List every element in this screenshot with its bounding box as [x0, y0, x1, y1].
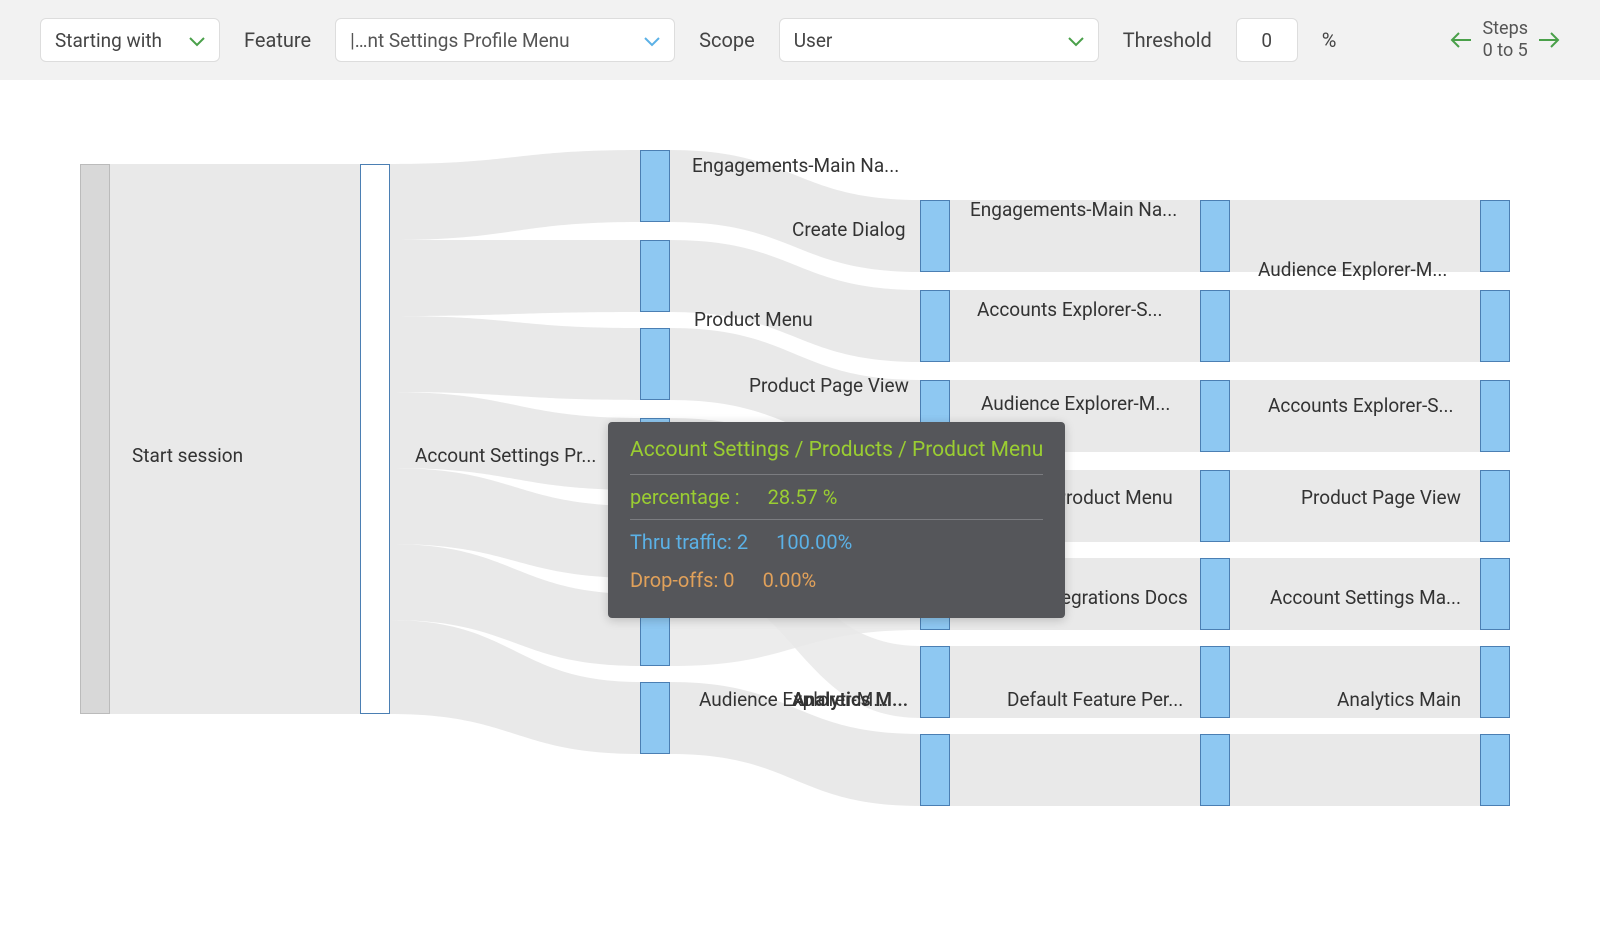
sankey-node[interactable]: [920, 290, 950, 362]
tooltip-percentage-label: percentage :: [630, 485, 740, 509]
feature-value: |…nt Settings Profile Menu: [350, 29, 636, 52]
sankey-node-label: Analytics M...: [792, 688, 908, 711]
chevron-down-icon: [1068, 29, 1084, 52]
threshold-value: 0: [1261, 29, 1272, 52]
chevron-down-icon: [189, 29, 205, 52]
sankey-canvas: Start session Account Settings Pr... Engag…: [0, 80, 1600, 927]
steps-control: Steps 0 to 5: [1450, 18, 1560, 61]
sankey-node[interactable]: [1200, 200, 1230, 272]
feature-label: Feature: [244, 28, 311, 52]
threshold-label: Threshold: [1123, 28, 1212, 52]
feature-dropdown[interactable]: |…nt Settings Profile Menu: [335, 18, 675, 62]
sankey-node[interactable]: [1200, 290, 1230, 362]
sankey-node[interactable]: [1200, 734, 1230, 806]
sankey-node[interactable]: [1200, 470, 1230, 542]
tooltip-thru-label: Thru traffic: 2: [630, 530, 748, 554]
sankey-node[interactable]: [1480, 200, 1510, 272]
steps-label: Steps: [1482, 18, 1528, 40]
sankey-node[interactable]: [80, 164, 110, 714]
tooltip-drop-pct: 0.00%: [763, 568, 817, 592]
toolbar: Starting with Feature |…nt Settings Prof…: [0, 0, 1600, 80]
sankey-node[interactable]: [640, 240, 670, 312]
steps-next-arrow[interactable]: [1538, 29, 1560, 51]
starting-dropdown[interactable]: Starting with: [40, 18, 220, 62]
sankey-node[interactable]: [1480, 646, 1510, 718]
sankey-node-label: Engagements-Main Na...: [970, 198, 1177, 221]
sankey-node[interactable]: [640, 328, 670, 400]
sankey-node-label: Audience Explorer-M...: [981, 392, 1170, 415]
sankey-node-label: Product Page View: [1301, 486, 1461, 509]
scope-dropdown[interactable]: User: [779, 18, 1099, 62]
sankey-node[interactable]: [1200, 558, 1230, 630]
tooltip-title: Account Settings / Products / Product Me…: [630, 438, 1043, 462]
sankey-node[interactable]: [920, 646, 950, 718]
sankey-node-label: Start session: [132, 444, 243, 467]
steps-range: 0 to 5: [1482, 40, 1528, 62]
sankey-node-label: Account Settings Pr...: [415, 444, 596, 467]
sankey-node-label: Product Page View: [749, 374, 909, 397]
tooltip-thru-pct: 100.00%: [776, 530, 852, 554]
sankey-node-label: Audience Explorer-M...: [1258, 258, 1447, 281]
sankey-node-label: Account Settings Ma...: [1270, 586, 1461, 609]
sankey-node-label: Accounts Explorer-S...: [977, 298, 1163, 321]
sankey-node[interactable]: [920, 200, 950, 272]
threshold-input[interactable]: 0: [1236, 18, 1298, 62]
sankey-node-label: Accounts Explorer-S...: [1268, 394, 1454, 417]
sankey-node[interactable]: [1480, 290, 1510, 362]
scope-label: Scope: [699, 28, 755, 52]
sankey-node[interactable]: [1480, 380, 1510, 452]
scope-value: User: [794, 29, 833, 52]
sankey-node[interactable]: [360, 164, 390, 714]
tooltip-percentage-value: 28.57 %: [768, 485, 838, 509]
node-tooltip: Account Settings / Products / Product Me…: [608, 422, 1065, 618]
sankey-node-label: Create Dialog: [792, 218, 906, 241]
sankey-node[interactable]: [640, 150, 670, 222]
sankey-node[interactable]: [640, 682, 670, 754]
sankey-node[interactable]: [1200, 646, 1230, 718]
sankey-node[interactable]: [1200, 380, 1230, 452]
sankey-node-label: Product Menu: [1054, 486, 1173, 509]
sankey-node-label: Product Menu: [694, 308, 813, 331]
tooltip-drop-label: Drop-offs: 0: [630, 568, 735, 592]
sankey-node[interactable]: [1480, 470, 1510, 542]
steps-prev-arrow[interactable]: [1450, 29, 1472, 51]
sankey-node[interactable]: [1480, 558, 1510, 630]
sankey-node-label: Engagements-Main Na...: [692, 154, 899, 177]
sankey-node[interactable]: [920, 734, 950, 806]
sankey-node[interactable]: [1480, 734, 1510, 806]
chevron-down-icon: [644, 29, 660, 52]
starting-label: Starting with: [55, 29, 162, 52]
threshold-unit: %: [1322, 28, 1337, 52]
sankey-node-label: Default Feature Per...: [1007, 688, 1183, 711]
sankey-node-label: Analytics Main: [1337, 688, 1461, 711]
